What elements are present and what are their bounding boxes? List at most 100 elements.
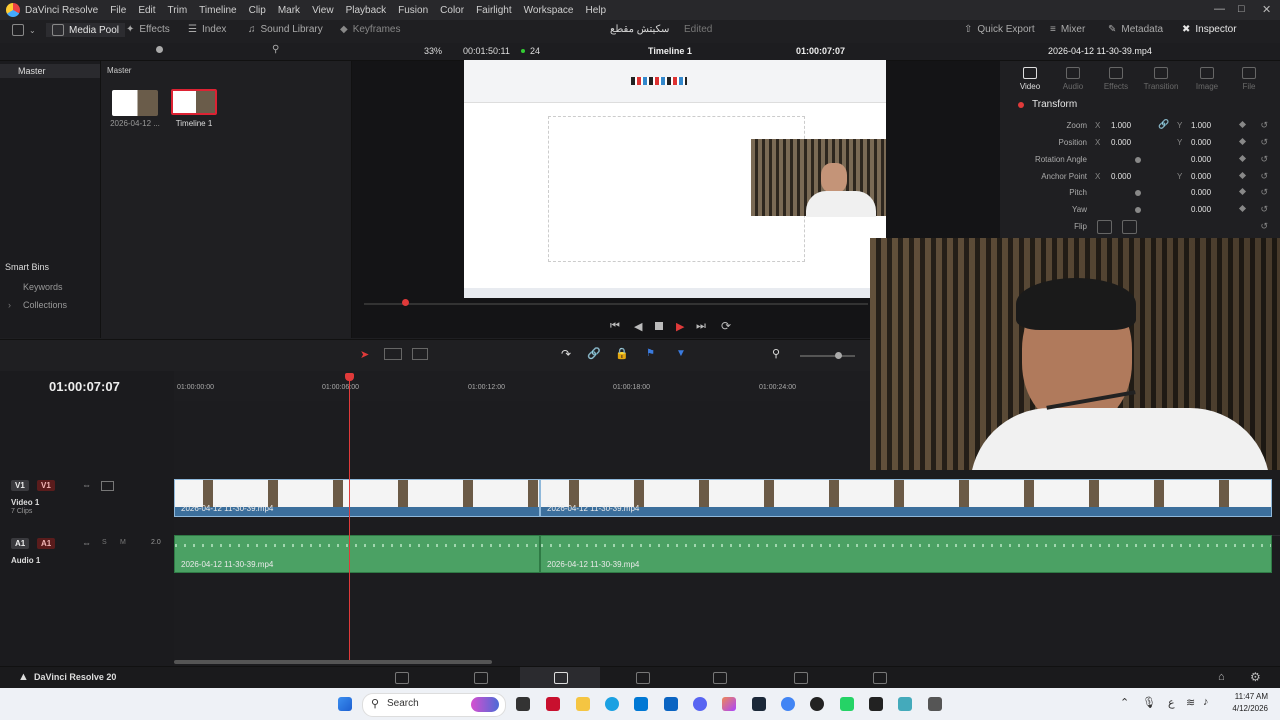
media-item-timeline[interactable] — [171, 89, 217, 115]
go-to-start-icon[interactable]: ⏮ — [610, 320, 620, 333]
flip-horizontal-icon[interactable] — [1097, 220, 1112, 234]
mixer-button[interactable]: ≡ Mixer — [1050, 24, 1085, 35]
go-to-end-icon[interactable]: ⏭ — [696, 320, 706, 333]
tab-effects[interactable]: Effects — [1096, 67, 1136, 91]
solo-button[interactable]: S — [102, 539, 107, 546]
discord-icon[interactable] — [693, 697, 707, 711]
chrome-icon[interactable] — [781, 697, 795, 711]
menu-file[interactable]: File — [104, 5, 132, 16]
deliver-page-icon[interactable] — [873, 672, 887, 684]
search-icon[interactable]: ⚲ — [272, 44, 279, 55]
link-clips-icon[interactable]: 🔗 — [587, 347, 601, 360]
menu-color[interactable]: Color — [434, 5, 470, 16]
menu-fusion[interactable]: Fusion — [392, 5, 434, 16]
davinci-resolve-icon[interactable] — [869, 697, 883, 711]
inspector-button[interactable]: ✖ Inspector — [1182, 24, 1237, 35]
edit-page-icon[interactable] — [554, 672, 568, 684]
transform-enabled-icon[interactable] — [1018, 102, 1024, 108]
reset-icon[interactable]: ↺ — [1260, 171, 1268, 182]
app-icon[interactable] — [898, 697, 912, 711]
microphone-icon[interactable]: 🎙 — [1142, 696, 1156, 709]
play-icon[interactable]: ▶ — [676, 320, 684, 333]
app-icon[interactable] — [810, 697, 824, 711]
timeline-scrollbar[interactable] — [174, 660, 492, 664]
flip-vertical-icon[interactable] — [1122, 220, 1137, 234]
taskbar-search[interactable]: ⚲ Search — [362, 693, 506, 717]
edge-icon[interactable] — [605, 697, 619, 711]
tab-image[interactable]: Image — [1187, 67, 1227, 91]
app-icon[interactable] — [546, 697, 560, 711]
language-indicator[interactable]: ع — [1168, 696, 1175, 709]
cut-page-icon[interactable] — [474, 672, 488, 684]
media-pool-button[interactable]: Media Pool — [46, 23, 126, 37]
pitch-field[interactable]: 0.000 — [1191, 188, 1211, 197]
keyframe-icon[interactable] — [1238, 154, 1247, 163]
flag-icon[interactable]: ⚑ — [646, 348, 655, 359]
menu-trim[interactable]: Trim — [162, 5, 194, 16]
lock-icon[interactable]: 🔒 — [615, 347, 629, 360]
zoom-icon[interactable]: ⚲ — [772, 347, 780, 360]
keyframe-icon[interactable] — [1238, 137, 1247, 146]
reset-icon[interactable]: ↺ — [1260, 137, 1268, 148]
store-icon[interactable] — [634, 697, 648, 711]
video-track-name[interactable]: Video 1 — [11, 498, 39, 507]
timeline-playhead[interactable] — [349, 380, 350, 660]
zoom-slider-thumb[interactable] — [835, 352, 842, 359]
keyframe-icon[interactable] — [1238, 120, 1247, 129]
timeline-video-clip[interactable]: 2026-04-12 11-30-39.mp4 — [174, 479, 540, 517]
rotation-slider[interactable] — [1135, 157, 1141, 163]
zoom-y-field[interactable]: 1.000 — [1191, 121, 1211, 130]
pitch-slider[interactable] — [1135, 190, 1141, 196]
tab-audio[interactable]: Audio — [1053, 67, 1093, 91]
mute-button[interactable]: M — [120, 539, 126, 546]
whatsapp-icon[interactable] — [840, 697, 854, 711]
start-icon[interactable] — [338, 697, 352, 711]
index-button[interactable]: ☰ Index — [188, 24, 226, 35]
track-v1-destination[interactable]: V1 — [37, 480, 55, 491]
menu-clip[interactable]: Clip — [243, 5, 272, 16]
track-v1-source[interactable]: V1 — [11, 480, 29, 491]
yaw-field[interactable]: 0.000 — [1191, 205, 1211, 214]
reset-icon[interactable]: ↺ — [1260, 221, 1268, 232]
timeline-name[interactable]: Timeline 1 — [648, 46, 692, 56]
blade-tool-icon[interactable] — [412, 348, 428, 360]
copilot-icon[interactable] — [722, 697, 736, 711]
zoom-slider[interactable] — [800, 355, 855, 357]
media-page-icon[interactable] — [395, 672, 409, 684]
rotation-field[interactable]: 0.000 — [1191, 155, 1211, 164]
keyframes-button[interactable]: ◆ Keyframes — [340, 24, 401, 35]
link-icon[interactable]: 🔗 — [1158, 119, 1169, 130]
menu-view[interactable]: View — [306, 5, 340, 16]
stop-icon[interactable] — [655, 322, 663, 330]
menu-fairlight[interactable]: Fairlight — [470, 5, 518, 16]
thumb-size-slider[interactable] — [156, 46, 163, 53]
reset-icon[interactable]: ↺ — [1260, 154, 1268, 165]
clock-date[interactable]: 4/12/2026 — [1228, 704, 1268, 713]
snapping-icon[interactable]: ↷ — [561, 347, 571, 361]
chevron-up-icon[interactable]: ⌃ — [1120, 696, 1129, 709]
smart-bin-collections[interactable]: Collections — [23, 300, 67, 310]
chevron-right-icon[interactable]: › — [8, 300, 11, 310]
transform-header[interactable]: Transform — [1032, 99, 1077, 110]
marker-icon[interactable]: ▼ — [676, 348, 686, 359]
playhead-handle[interactable] — [345, 373, 354, 381]
viewer-frame[interactable] — [464, 60, 886, 298]
anchor-y-field[interactable]: 0.000 — [1191, 172, 1211, 181]
position-x-field[interactable]: 0.000 — [1111, 138, 1131, 147]
keyframe-icon[interactable] — [1238, 204, 1247, 213]
scrubber-track[interactable] — [364, 303, 868, 305]
menu-mark[interactable]: Mark — [272, 5, 306, 16]
scrubber-playhead[interactable] — [402, 299, 409, 306]
play-reverse-icon[interactable]: ◀ — [634, 320, 642, 333]
reset-icon[interactable]: ↺ — [1260, 204, 1268, 215]
selection-tool-icon[interactable]: ➤ — [360, 348, 369, 361]
trim-tool-icon[interactable] — [384, 348, 402, 360]
tab-file[interactable]: File — [1229, 67, 1269, 91]
volume-icon[interactable]: ♪ — [1203, 696, 1209, 708]
menu-workspace[interactable]: Workspace — [518, 5, 580, 16]
menu-playback[interactable]: Playback — [340, 5, 393, 16]
outlook-icon[interactable] — [664, 697, 678, 711]
menu-help[interactable]: Help — [579, 5, 612, 16]
menu-timeline[interactable]: Timeline — [193, 5, 242, 16]
menu-edit[interactable]: Edit — [132, 5, 161, 16]
